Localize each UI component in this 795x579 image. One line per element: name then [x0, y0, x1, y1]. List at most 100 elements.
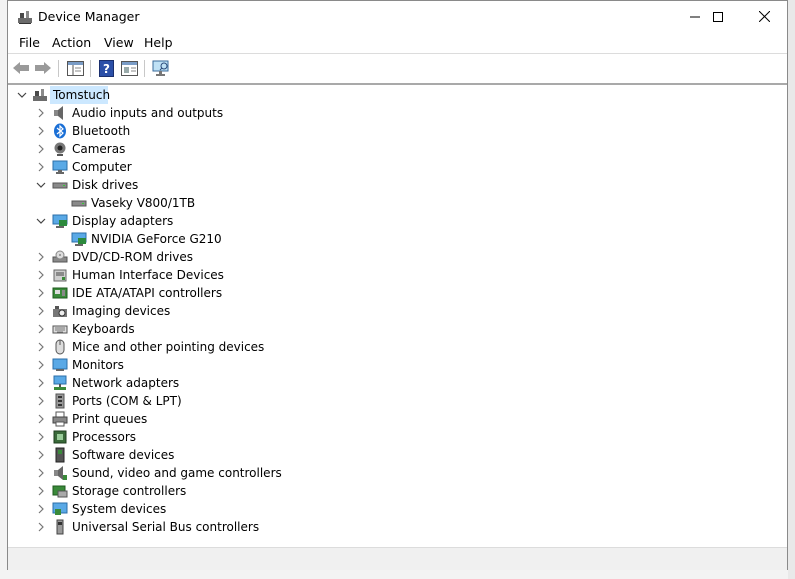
- toolbar-separator: [90, 60, 91, 77]
- tree-category-label[interactable]: Sound, video and game controllers: [72, 464, 282, 482]
- properties-icon: [120, 60, 138, 76]
- tree-category-label[interactable]: Print queues: [72, 410, 147, 428]
- expander-6[interactable]: [36, 252, 46, 262]
- properties-button[interactable]: [119, 58, 139, 78]
- monitor-icon: [52, 358, 68, 371]
- menu-bar: File Action View Help: [8, 32, 787, 53]
- tree-device-label[interactable]: NVIDIA GeForce G210: [91, 230, 222, 248]
- close-button[interactable]: [741, 1, 787, 32]
- expander-4[interactable]: [36, 180, 46, 190]
- show-hide-console-tree-button[interactable]: [65, 58, 85, 78]
- expander-0[interactable]: [36, 108, 46, 118]
- chevron-right-icon: [38, 504, 44, 514]
- usb-icon: [56, 519, 64, 535]
- toolbar: ?: [8, 54, 787, 82]
- tree-category-label[interactable]: Display adapters: [72, 212, 173, 230]
- expander-1[interactable]: [36, 126, 46, 136]
- processor-icon: [53, 430, 67, 444]
- expander-7[interactable]: [36, 270, 46, 280]
- chevron-right-icon: [38, 396, 44, 406]
- tree-category-label[interactable]: Audio inputs and outputs: [72, 104, 223, 122]
- tree-category-label[interactable]: Cameras: [72, 140, 125, 158]
- tree-category-label[interactable]: Network adapters: [72, 374, 179, 392]
- expander-14[interactable]: [36, 396, 46, 406]
- toolbar-separator: [58, 60, 59, 77]
- chevron-right-icon: [38, 432, 44, 442]
- computer-root-icon: [33, 89, 47, 101]
- forward-button[interactable]: [33, 58, 53, 78]
- expander-21[interactable]: [36, 522, 46, 532]
- chevron-right-icon: [38, 486, 44, 496]
- scan-hardware-changes-button[interactable]: [151, 58, 171, 78]
- maximize-button[interactable]: [695, 1, 741, 32]
- sound-icon: [54, 466, 67, 480]
- tree-category-label[interactable]: IDE ATA/ATAPI controllers: [72, 284, 222, 302]
- maximize-icon: [713, 11, 723, 22]
- back-button[interactable]: [11, 58, 31, 78]
- expander-3[interactable]: [36, 162, 46, 172]
- expander-5[interactable]: [36, 216, 46, 226]
- tree-category-label[interactable]: Software devices: [72, 446, 174, 464]
- tree-category-label[interactable]: Human Interface Devices: [72, 266, 224, 284]
- menu-file[interactable]: File: [19, 35, 40, 50]
- expander-18[interactable]: [36, 468, 46, 478]
- chevron-down-icon: [36, 218, 46, 224]
- storage-controller-icon: [52, 485, 68, 498]
- tree-category-label[interactable]: DVD/CD-ROM drives: [72, 248, 193, 266]
- expander-20[interactable]: [36, 504, 46, 514]
- system-device-icon: [52, 502, 68, 515]
- chevron-down-icon: [17, 92, 27, 98]
- root-expander[interactable]: [17, 90, 27, 100]
- help-button[interactable]: ?: [96, 58, 116, 78]
- chevron-right-icon: [38, 162, 44, 172]
- bluetooth-icon: [54, 123, 66, 139]
- chevron-right-icon: [38, 306, 44, 316]
- expander-15[interactable]: [36, 414, 46, 424]
- expander-12[interactable]: [36, 360, 46, 370]
- chevron-down-icon: [36, 182, 46, 188]
- tree-category-label[interactable]: System devices: [72, 500, 166, 518]
- device-tree: Tomstuch Audio inputs and outputs Bluetoo…: [8, 85, 787, 545]
- close-icon: [758, 11, 770, 22]
- expander-10[interactable]: [36, 324, 46, 334]
- tree-category-label[interactable]: Processors: [72, 428, 136, 446]
- expander-8[interactable]: [36, 288, 46, 298]
- tree-category-label[interactable]: Keyboards: [72, 320, 135, 338]
- expander-2[interactable]: [36, 144, 46, 154]
- speaker-icon: [54, 106, 63, 120]
- expander-17[interactable]: [36, 450, 46, 460]
- background-window-edge: [788, 0, 795, 579]
- window-title: Device Manager: [38, 9, 140, 24]
- expander-19[interactable]: [36, 486, 46, 496]
- tree-category-label[interactable]: Bluetooth: [72, 122, 130, 140]
- help-book-icon: ?: [98, 59, 114, 77]
- menu-help[interactable]: Help: [144, 35, 173, 50]
- monitor-scan-icon: [152, 60, 169, 76]
- mouse-icon: [55, 339, 65, 355]
- chevron-right-icon: [38, 108, 44, 118]
- dvd-drive-icon: [52, 250, 68, 263]
- tree-category-label[interactable]: Computer: [72, 158, 132, 176]
- expander-9[interactable]: [36, 306, 46, 316]
- device-manager-window: Device Manager File Action View Help ? T…: [7, 0, 788, 570]
- expander-16[interactable]: [36, 432, 46, 442]
- display-adapter-icon: [52, 214, 68, 228]
- menu-action[interactable]: Action: [52, 35, 91, 50]
- tree-device-label[interactable]: Vaseky V800/1TB: [91, 194, 195, 212]
- tree-category-label[interactable]: Monitors: [72, 356, 124, 374]
- menu-view[interactable]: View: [104, 35, 134, 50]
- expander-13[interactable]: [36, 378, 46, 388]
- expander-11[interactable]: [36, 342, 46, 352]
- tree-category-label[interactable]: Storage controllers: [72, 482, 186, 500]
- tree-category-label[interactable]: Ports (COM & LPT): [72, 392, 182, 410]
- status-bar: [8, 548, 787, 570]
- tree-category-label[interactable]: Universal Serial Bus controllers: [72, 518, 259, 536]
- tree-category-label[interactable]: Mice and other pointing devices: [72, 338, 264, 356]
- chevron-right-icon: [38, 522, 44, 532]
- tree-category-label[interactable]: Imaging devices: [72, 302, 170, 320]
- tree-root-label[interactable]: Tomstuch: [53, 86, 110, 104]
- imaging-icon: [53, 306, 67, 317]
- keyboard-icon: [52, 325, 68, 334]
- console-tree-icon: [66, 60, 84, 76]
- tree-category-label[interactable]: Disk drives: [72, 176, 138, 194]
